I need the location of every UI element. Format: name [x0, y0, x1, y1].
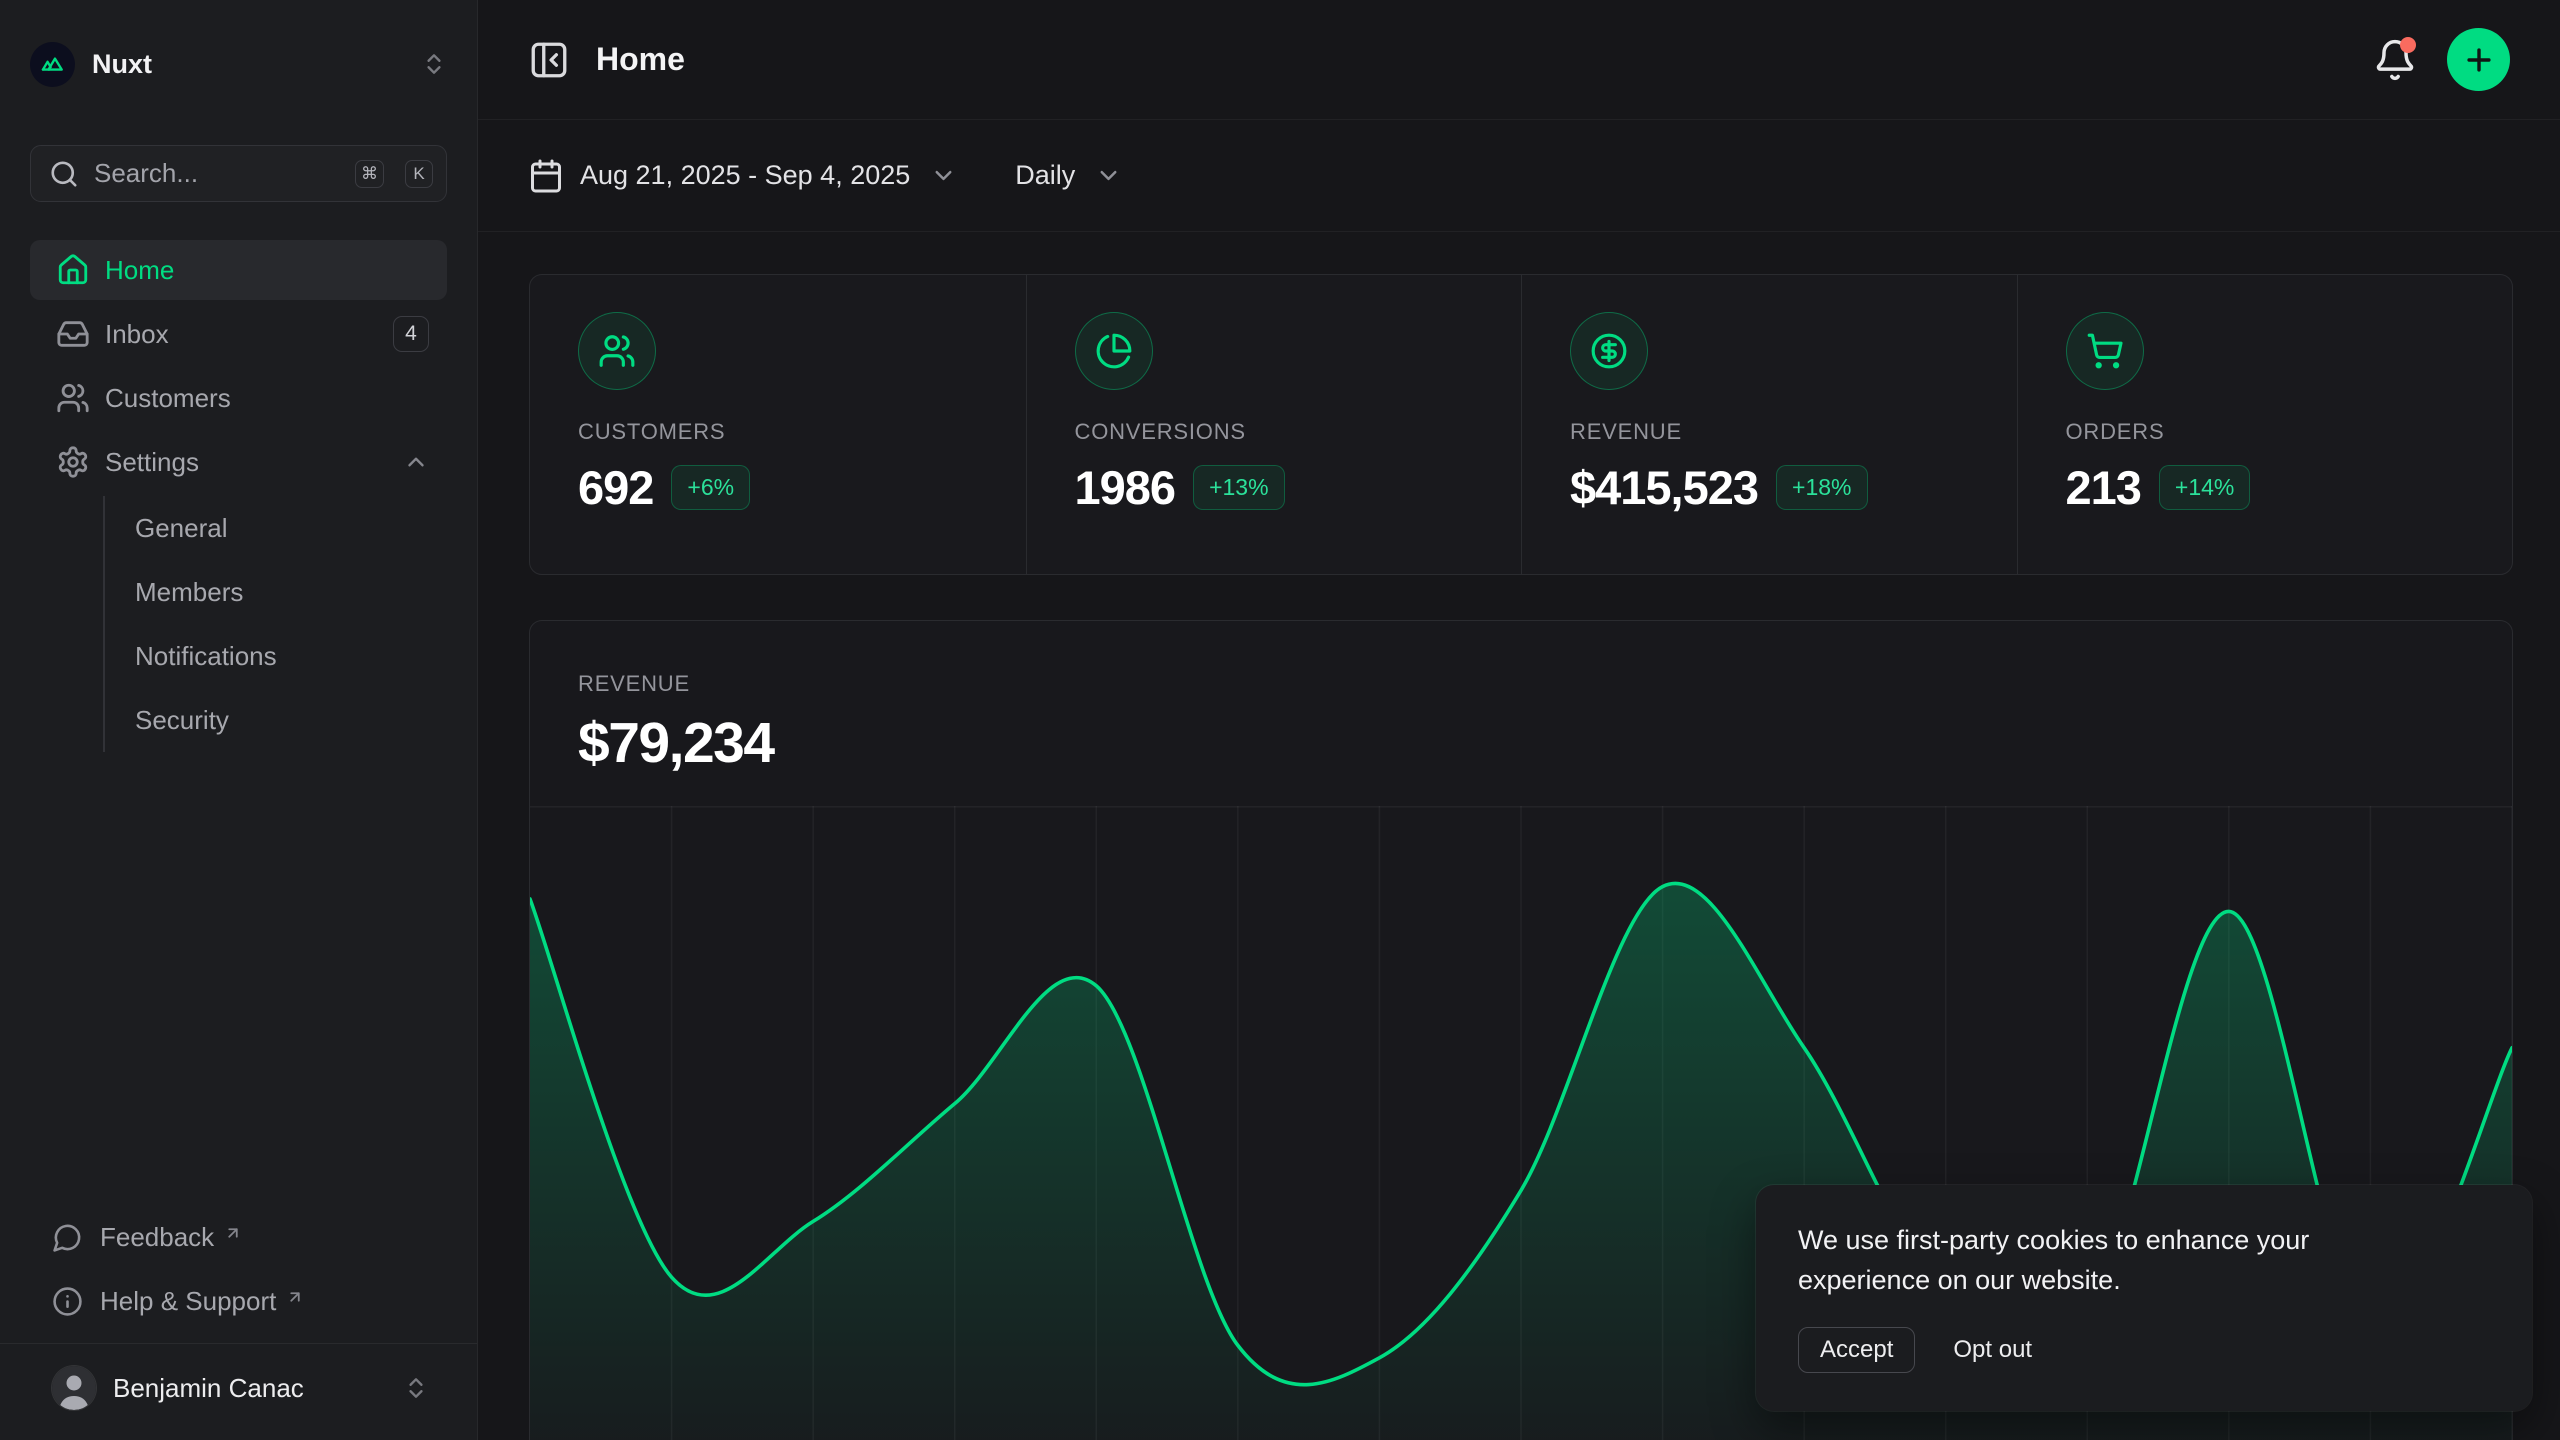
workspace-switcher[interactable]: Nuxt [30, 32, 447, 96]
search-placeholder: Search... [94, 158, 334, 189]
sidebar-item-label: Inbox [105, 319, 169, 350]
opt-out-button[interactable]: Opt out [1953, 1336, 2032, 1364]
date-range-label: Aug 21, 2025 - Sep 4, 2025 [580, 160, 910, 191]
granularity-select[interactable]: Daily [1015, 160, 1122, 191]
user-name: Benjamin Canac [113, 1373, 304, 1404]
sidebar-item-home[interactable]: Home [30, 240, 447, 300]
inbox-icon [56, 317, 90, 351]
workspace-name: Nuxt [92, 49, 152, 80]
user-menu[interactable]: Benjamin Canac [30, 1344, 447, 1440]
sidebar-subitem-general[interactable]: General [105, 496, 447, 560]
sidebar-nav: Home Inbox 4 Customers Settings GeneralMember… [30, 240, 447, 752]
sidebar-item-customers[interactable]: Customers [30, 368, 447, 428]
stat-label: ORDERS [2066, 419, 2489, 445]
sidebar-link-label: Feedback [100, 1222, 214, 1253]
sidebar-link-help-support[interactable]: Help & Support [30, 1273, 447, 1329]
search-input[interactable]: Search... ⌘ K [30, 145, 447, 202]
stat-value: $415,523 [1570, 460, 1758, 515]
chevrons-up-down-icon [403, 1375, 429, 1401]
header-actions [2373, 28, 2510, 91]
stat-card-customers[interactable]: CUSTOMERS 692 +6% [530, 275, 1026, 574]
app-window: Nuxt Search... ⌘ K Home Inbox 4 Customers Se… [0, 0, 2560, 1440]
notifications-bell-icon[interactable] [2373, 38, 2417, 82]
stat-card-conversions[interactable]: CONVERSIONS 1986 +13% [1026, 275, 1522, 574]
stat-delta-badge: +6% [671, 465, 750, 510]
gear-icon [56, 445, 90, 479]
sidebar-subitem-members[interactable]: Members [105, 560, 447, 624]
inbox-count-badge: 4 [393, 316, 429, 352]
users-icon [56, 381, 90, 415]
calendar-icon [528, 158, 564, 194]
stat-value: 213 [2066, 460, 2141, 515]
sidebar: Nuxt Search... ⌘ K Home Inbox 4 Customers Se… [0, 0, 478, 1440]
revenue-chart-value: $79,234 [578, 710, 2464, 776]
pie-chart-icon [1075, 312, 1153, 390]
notification-dot [2400, 37, 2416, 53]
chevron-down-icon [1095, 162, 1122, 189]
chevron-down-icon [930, 162, 957, 189]
stats-panel: CUSTOMERS 692 +6% CONVERSIONS 1986 +13% REVENU… [529, 274, 2513, 575]
stat-label: REVENUE [1570, 419, 1993, 445]
chevrons-up-down-icon [421, 51, 447, 77]
sidebar-subitem-security[interactable]: Security [105, 688, 447, 752]
stat-delta-badge: +14% [2159, 465, 2250, 510]
dollar-circle-icon [1570, 312, 1648, 390]
add-button[interactable] [2447, 28, 2510, 91]
stat-delta-badge: +18% [1776, 465, 1867, 510]
stat-value: 1986 [1075, 460, 1176, 515]
external-link-icon [286, 1282, 304, 1300]
revenue-chart-label: REVENUE [578, 671, 2464, 697]
granularity-label: Daily [1015, 160, 1075, 191]
info-circle-icon [52, 1286, 83, 1317]
kbd-cmd: ⌘ [355, 160, 384, 188]
chat-bubble-icon [52, 1222, 83, 1253]
accept-button[interactable]: Accept [1798, 1327, 1915, 1373]
nuxt-logo [30, 42, 75, 87]
cookie-banner: We use first-party cookies to enhance yo… [1756, 1185, 2532, 1411]
sidebar-item-label: Customers [105, 383, 231, 414]
stat-label: CONVERSIONS [1075, 419, 1498, 445]
cookie-message: We use first-party cookies to enhance yo… [1798, 1221, 2383, 1301]
stat-card-revenue[interactable]: REVENUE $415,523 +18% [1521, 275, 2017, 574]
sidebar-item-inbox[interactable]: Inbox 4 [30, 304, 447, 364]
sidebar-link-feedback[interactable]: Feedback [30, 1209, 447, 1265]
search-icon [49, 159, 79, 189]
page-header: Home [478, 0, 2560, 120]
page-title: Home [596, 41, 685, 78]
collapse-sidebar-icon[interactable] [528, 39, 570, 81]
home-icon [56, 253, 90, 287]
sidebar-item-settings[interactable]: Settings [30, 432, 447, 492]
cookie-actions: Accept Opt out [1798, 1327, 2490, 1373]
users-icon [578, 312, 656, 390]
sidebar-subitem-notifications[interactable]: Notifications [105, 624, 447, 688]
filters-toolbar: Aug 21, 2025 - Sep 4, 2025 Daily [478, 120, 2560, 232]
stat-value: 692 [578, 460, 653, 515]
date-range-picker[interactable]: Aug 21, 2025 - Sep 4, 2025 [528, 158, 957, 194]
revenue-chart-header: REVENUE $79,234 [530, 621, 2512, 776]
kbd-k: K [405, 160, 433, 188]
avatar [52, 1366, 96, 1410]
stat-card-orders[interactable]: ORDERS 213 +14% [2017, 275, 2513, 574]
sidebar-footer: Feedback Help & Support [30, 1209, 447, 1329]
shopping-cart-icon [2066, 312, 2144, 390]
stat-label: CUSTOMERS [578, 419, 1002, 445]
chevron-up-icon [403, 449, 429, 475]
external-link-icon [224, 1218, 242, 1236]
sidebar-link-label: Help & Support [100, 1286, 276, 1317]
sidebar-item-label: Settings [105, 447, 199, 478]
sidebar-item-label: Home [105, 255, 174, 286]
stat-delta-badge: +13% [1193, 465, 1284, 510]
sidebar-subnav: GeneralMembersNotificationsSecurity [103, 496, 447, 752]
